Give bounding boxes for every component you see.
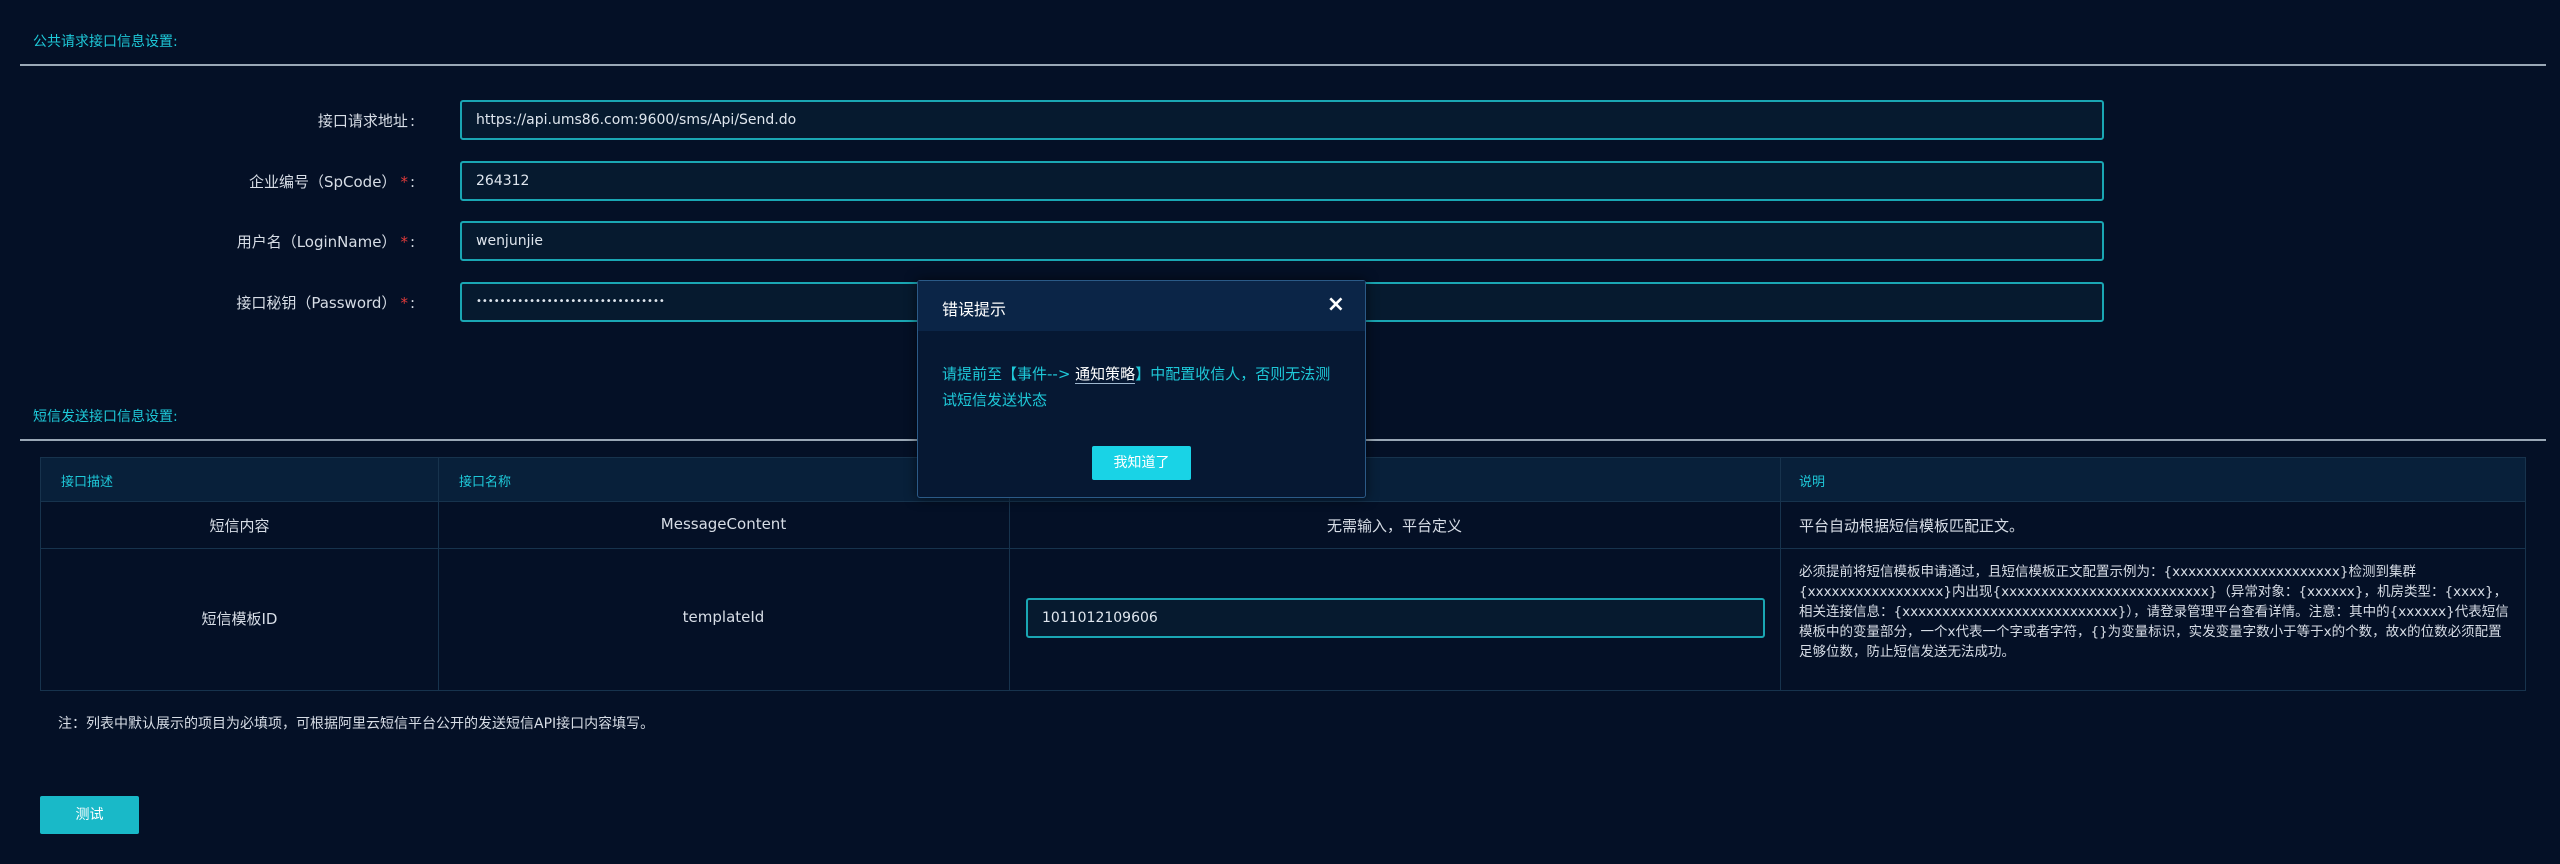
form-row-url: 接口请求地址: https://api.ums86.com:9600/sms/A… <box>0 100 2560 142</box>
spcode-label: 企业编号（SpCode） *: <box>248 173 415 191</box>
sms-section-title: 短信发送接口信息设置: <box>33 409 178 425</box>
acknowledge-button[interactable]: 我知道了 <box>1092 446 1191 480</box>
loginname-input[interactable]: wenjunjie <box>460 221 2104 261</box>
table-note: 注：列表中默认展示的项目为必填项，可根据阿里云短信平台公开的发送短信API接口内… <box>58 716 655 732</box>
template-id-input[interactable]: 1011012109606 <box>1026 598 1765 638</box>
loginname-label: 用户名（LoginName） *: <box>236 233 415 251</box>
dialog-title: 错误提示 <box>942 300 1007 319</box>
section-divider <box>20 64 2546 66</box>
header-desc: 接口描述 <box>61 475 114 490</box>
spcode-input[interactable]: 264312 <box>460 161 2104 201</box>
table-row-1-value: 无需输入，平台定义 <box>1326 517 1462 535</box>
table-row-2-desc: 短信模板ID <box>201 610 278 628</box>
url-label: 接口请求地址: <box>317 112 415 130</box>
required-mark: * <box>400 173 408 191</box>
table-row-1-desc: 短信内容 <box>209 517 270 535</box>
form-row-loginname: 用户名（LoginName） *: wenjunjie <box>0 221 2560 263</box>
url-input[interactable]: https://api.ums86.com:9600/sms/Api/Send.… <box>460 100 2104 140</box>
form-row-spcode: 企业编号（SpCode） *: 264312 <box>0 161 2560 203</box>
table-row-2-note: 必须提前将短信模板申请通过，且短信模板正文配置示例为：{xxxxxxxxxxxx… <box>1799 564 2509 660</box>
test-button[interactable]: 测试 <box>40 796 139 834</box>
table-row-1-name: MessageContent <box>660 515 787 533</box>
public-section-title: 公共请求接口信息设置: <box>33 34 178 50</box>
required-mark: * <box>400 294 408 312</box>
error-dialog: 错误提示 × 请提前至【事件--> 通知策略】中配置收信人，否则无法测试短信发送… <box>917 280 1366 498</box>
header-note: 说明 <box>1799 475 1826 490</box>
close-icon[interactable]: × <box>1327 294 1345 316</box>
table-row-1-note: 平台自动根据短信模板匹配正文。 <box>1799 517 2025 535</box>
dialog-message: 请提前至【事件--> 通知策略】中配置收信人，否则无法测试短信发送状态 <box>942 365 1331 409</box>
required-mark: * <box>400 233 408 251</box>
password-label: 接口秘钥（Password） *: <box>236 294 415 312</box>
settings-page: 公共请求接口信息设置: 接口请求地址: https://api.ums86.co… <box>0 0 2560 864</box>
table-row-2-name: templateId <box>682 608 765 626</box>
notification-policy-link[interactable]: 通知策略 <box>1075 365 1136 384</box>
header-name: 接口名称 <box>459 475 512 490</box>
